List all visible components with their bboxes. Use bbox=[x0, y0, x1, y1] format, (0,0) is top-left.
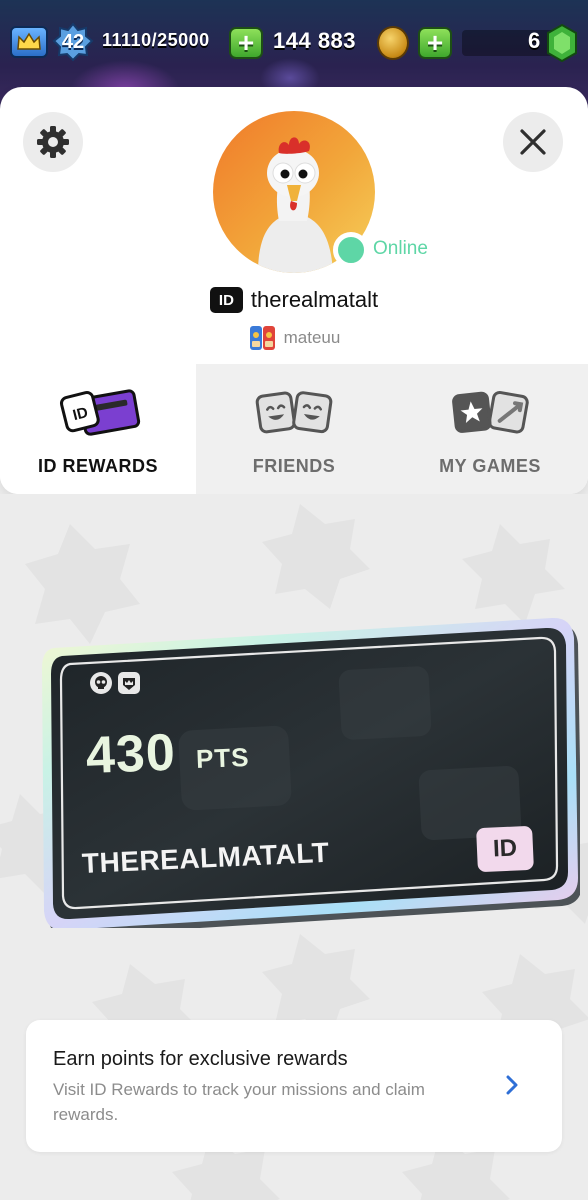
close-icon bbox=[520, 129, 546, 155]
online-status-text: Online bbox=[373, 238, 428, 259]
tab-label: FRIENDS bbox=[252, 456, 336, 476]
info-title: Earn points for exclusive rewards bbox=[53, 1048, 348, 1070]
tab-label: ID REWARDS bbox=[37, 456, 158, 476]
username-row: ID therealmatalt bbox=[0, 285, 588, 315]
add-gems-button[interactable]: + bbox=[418, 27, 452, 59]
game-account-name: mateuu bbox=[283, 328, 341, 347]
xp-progress-text: 11110/25000 bbox=[102, 30, 210, 50]
skull-icon bbox=[90, 672, 112, 694]
online-status-dot bbox=[333, 232, 369, 268]
crown-shield-icon bbox=[118, 672, 140, 694]
id-badge: ID bbox=[209, 287, 243, 313]
gold-coin-icon bbox=[377, 26, 409, 60]
tab-friends[interactable]: FRIENDS bbox=[196, 364, 392, 494]
settings-button[interactable] bbox=[23, 112, 83, 172]
points-unit: PTS bbox=[195, 741, 251, 774]
rewards-info-card[interactable]: Earn points for exclusive rewards Visit … bbox=[26, 1020, 562, 1152]
gold-amount: 144 883 bbox=[273, 28, 357, 53]
gem-count: 6 bbox=[528, 28, 541, 53]
add-icon: + bbox=[237, 27, 255, 58]
chevron-right-icon[interactable] bbox=[500, 1072, 524, 1098]
add-gold-button[interactable]: + bbox=[229, 27, 263, 59]
games-cards-icon bbox=[445, 384, 535, 442]
gem-icon bbox=[547, 24, 577, 62]
game-account-row: mateuu bbox=[0, 323, 588, 353]
profile-tabs: ID ID REWARDS FRIENDS MY GAMES bbox=[0, 364, 588, 494]
id-card-icon: ID bbox=[53, 384, 143, 442]
username: therealmatalt bbox=[250, 287, 379, 312]
card-game-icons bbox=[90, 672, 140, 694]
tab-label: MY GAMES bbox=[439, 456, 541, 476]
level-star-icon[interactable]: 42 bbox=[52, 22, 94, 62]
add-icon: + bbox=[426, 27, 444, 58]
crown-icon[interactable] bbox=[10, 26, 48, 58]
level-number: 42 bbox=[61, 30, 85, 53]
friends-faces-icon bbox=[249, 384, 339, 442]
gear-icon bbox=[37, 126, 69, 158]
close-button[interactable] bbox=[503, 112, 563, 172]
card-id-badge: ID bbox=[476, 825, 534, 873]
info-body: Visit ID Rewards to track your missions … bbox=[53, 1080, 425, 1124]
profile-sheet: Online ID therealmatalt mateuu ID ID REW… bbox=[0, 87, 588, 494]
points-value: 430 bbox=[84, 723, 177, 785]
tab-my-games[interactable]: MY GAMES bbox=[392, 364, 588, 494]
game-account-icon bbox=[248, 323, 278, 353]
tab-id-rewards[interactable]: ID ID REWARDS bbox=[0, 364, 196, 494]
